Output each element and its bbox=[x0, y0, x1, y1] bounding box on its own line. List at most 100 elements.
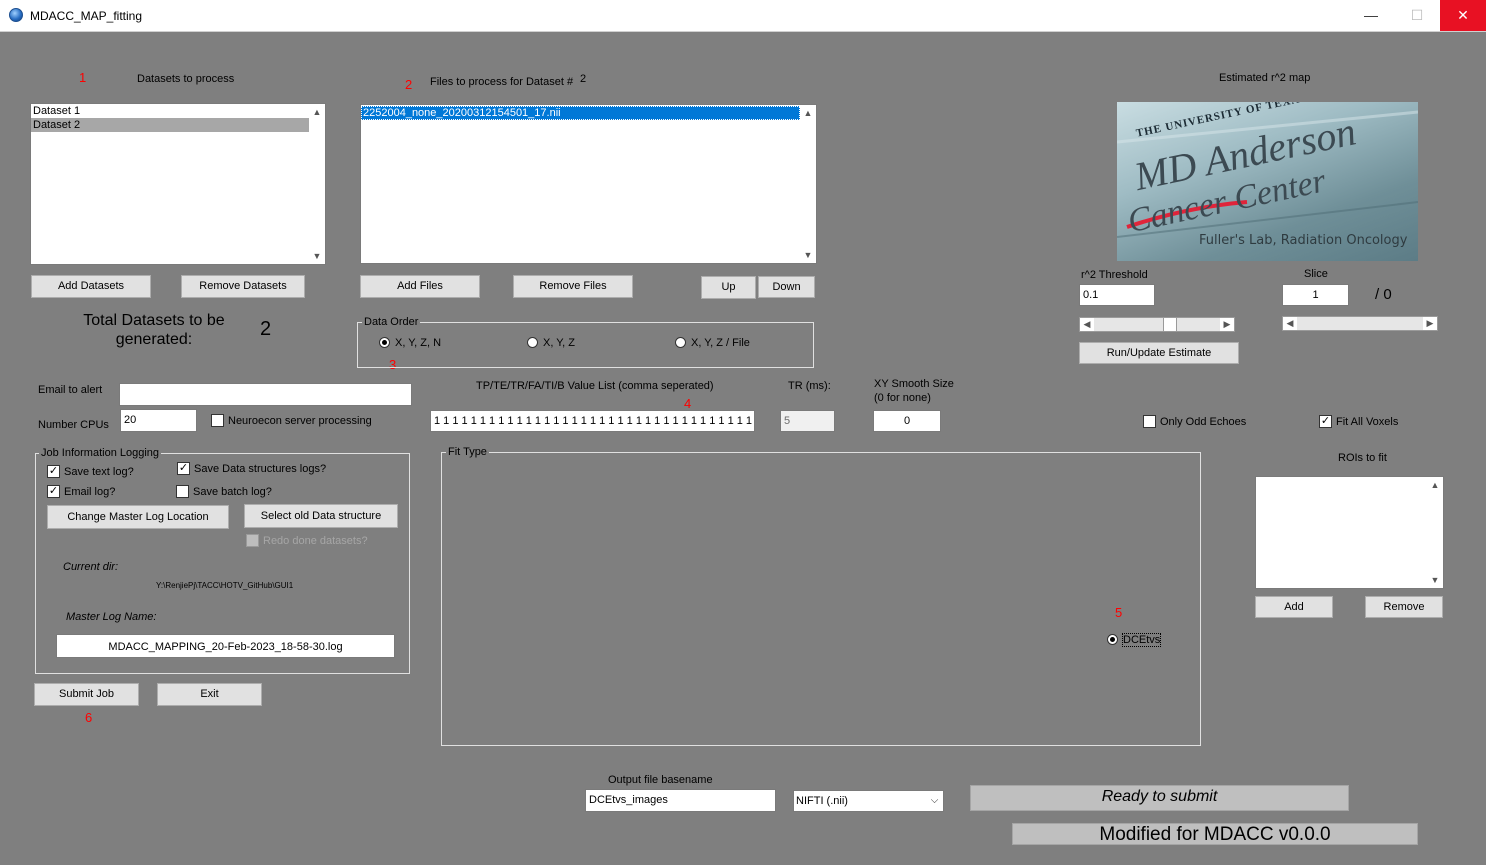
output-format-select[interactable]: NIFTI (.nii) ⌵ bbox=[793, 790, 944, 812]
redo-label[interactable]: Redo done datasets? bbox=[263, 535, 368, 547]
estimate-title: Estimated r^2 map bbox=[1219, 72, 1311, 84]
scroll-down-icon[interactable]: ▼ bbox=[1427, 572, 1443, 588]
status-box: Ready to submit bbox=[970, 785, 1349, 811]
radio-dcetvs-label[interactable]: DCEtvs bbox=[1121, 633, 1162, 647]
files-scrollbar[interactable]: ▲ ▼ bbox=[800, 105, 816, 263]
smooth-label-2: (0 for none) bbox=[874, 392, 931, 404]
app-icon bbox=[9, 8, 23, 22]
file-item[interactable]: 2252004_none_20200312154501_17.nii bbox=[361, 106, 800, 120]
scroll-up-icon[interactable]: ▲ bbox=[309, 104, 325, 120]
minimize-button[interactable]: — bbox=[1348, 0, 1394, 31]
run-update-estimate-button[interactable]: Run/Update Estimate bbox=[1079, 342, 1239, 364]
radio-dcetvs[interactable] bbox=[1107, 634, 1118, 645]
output-format-value: NIFTI (.nii) bbox=[796, 795, 848, 807]
master-log-input[interactable]: MDACC_MAPPING_20-Feb-2023_18-58-30.log bbox=[56, 634, 395, 658]
close-button[interactable]: ✕ bbox=[1440, 0, 1486, 31]
title-bar: MDACC_MAP_fitting — ☐ ✕ bbox=[0, 0, 1486, 32]
slider-right-arrow-icon[interactable]: ▶ bbox=[1423, 317, 1437, 330]
output-basename-input[interactable]: DCEtvs_images bbox=[585, 789, 776, 812]
fit-type-title: Fit Type bbox=[446, 446, 489, 458]
email-log-label[interactable]: Email log? bbox=[64, 486, 115, 498]
save-batch-log-checkbox[interactable] bbox=[176, 485, 189, 498]
select-old-data-button[interactable]: Select old Data structure bbox=[244, 504, 398, 528]
radio-xyzn[interactable] bbox=[379, 337, 390, 348]
save-data-logs-checkbox[interactable]: ✓ bbox=[177, 462, 190, 475]
annotation-2: 2 bbox=[405, 77, 413, 92]
scroll-down-icon[interactable]: ▼ bbox=[309, 248, 325, 264]
files-label: Files to process for Dataset # bbox=[430, 76, 574, 88]
add-datasets-button[interactable]: Add Datasets bbox=[31, 275, 151, 298]
radio-xyz-label[interactable]: X, Y, Z bbox=[543, 337, 575, 349]
up-button[interactable]: Up bbox=[701, 276, 756, 299]
change-master-log-button[interactable]: Change Master Log Location bbox=[47, 505, 229, 529]
logo-caption: Fuller's Lab, Radiation Oncology bbox=[1199, 233, 1408, 248]
current-dir-label: Current dir: bbox=[63, 561, 119, 573]
data-order-title: Data Order bbox=[362, 316, 421, 328]
slider-left-arrow-icon[interactable]: ◀ bbox=[1080, 318, 1094, 331]
cpus-label: Number CPUs bbox=[38, 419, 109, 431]
smooth-input[interactable]: 0 bbox=[873, 410, 941, 432]
dataset-item[interactable]: Dataset 1 bbox=[31, 104, 309, 118]
slider-right-arrow-icon[interactable]: ▶ bbox=[1220, 318, 1234, 331]
threshold-slider-thumb[interactable] bbox=[1163, 318, 1177, 331]
email-label: Email to alert bbox=[38, 384, 103, 396]
remove-datasets-button[interactable]: Remove Datasets bbox=[181, 275, 305, 298]
add-roi-button[interactable]: Add bbox=[1255, 596, 1333, 618]
radio-xyz-file[interactable] bbox=[675, 337, 686, 348]
email-input[interactable] bbox=[119, 383, 412, 406]
fit-all-checkbox[interactable]: ✓ bbox=[1319, 415, 1332, 428]
tr-label: TR (ms): bbox=[788, 380, 831, 392]
threshold-slider[interactable]: ◀ ▶ bbox=[1079, 317, 1235, 332]
fit-type-panel bbox=[441, 452, 1201, 746]
radio-xyz[interactable] bbox=[527, 337, 538, 348]
radio-xyzn-label[interactable]: X, Y, Z, N bbox=[395, 337, 441, 349]
odd-echoes-label[interactable]: Only Odd Echoes bbox=[1160, 416, 1246, 428]
chevron-down-icon[interactable]: ⌵ bbox=[926, 791, 943, 811]
neuroecon-label[interactable]: Neuroecon server processing bbox=[228, 415, 372, 427]
slice-slider[interactable]: ◀ ▶ bbox=[1282, 316, 1438, 331]
files-listbox[interactable]: 2252004_none_20200312154501_17.nii ▲ ▼ bbox=[360, 104, 817, 264]
save-text-log-label[interactable]: Save text log? bbox=[64, 466, 134, 478]
datasets-listbox[interactable]: Dataset 1 Dataset 2 ▲ ▼ bbox=[30, 103, 326, 265]
fit-all-label[interactable]: Fit All Voxels bbox=[1336, 416, 1398, 428]
threshold-input[interactable]: 0.1 bbox=[1079, 284, 1155, 306]
add-files-button[interactable]: Add Files bbox=[360, 275, 480, 298]
maximize-button[interactable]: ☐ bbox=[1394, 0, 1440, 31]
save-batch-log-label[interactable]: Save batch log? bbox=[193, 486, 272, 498]
scroll-up-icon[interactable]: ▲ bbox=[800, 105, 816, 121]
output-basename-label: Output file basename bbox=[608, 774, 713, 786]
save-data-logs-label[interactable]: Save Data structures logs? bbox=[194, 463, 326, 475]
total-datasets-label: Total Datasets to be generated: bbox=[83, 312, 225, 348]
window-title: MDACC_MAP_fitting bbox=[30, 9, 143, 23]
value-list-input[interactable]: 1 1 1 1 1 1 1 1 1 1 1 1 1 1 1 1 1 1 1 1 … bbox=[430, 410, 755, 432]
rois-label: ROIs to fit bbox=[1338, 452, 1387, 464]
smooth-label-1: XY Smooth Size bbox=[874, 378, 954, 390]
scroll-up-icon[interactable]: ▲ bbox=[1427, 477, 1443, 493]
radio-xyz-file-label[interactable]: X, Y, Z / File bbox=[691, 337, 750, 349]
datasets-scrollbar[interactable]: ▲ ▼ bbox=[309, 104, 325, 264]
remove-roi-button[interactable]: Remove bbox=[1365, 596, 1443, 618]
exit-button[interactable]: Exit bbox=[157, 683, 262, 706]
rois-scrollbar[interactable]: ▲ ▼ bbox=[1427, 477, 1443, 588]
down-button[interactable]: Down bbox=[758, 276, 815, 298]
remove-files-button[interactable]: Remove Files bbox=[513, 275, 633, 298]
rois-listbox[interactable]: ▲ ▼ bbox=[1255, 476, 1444, 589]
md-anderson-logo: THE UNIVERSITY OF TEXAS MD Anderson Canc… bbox=[1117, 102, 1418, 261]
tr-input[interactable]: 5 bbox=[780, 410, 835, 432]
neuroecon-checkbox[interactable] bbox=[211, 414, 224, 427]
cpus-input[interactable]: 20 bbox=[120, 409, 197, 432]
slider-left-arrow-icon[interactable]: ◀ bbox=[1283, 317, 1297, 330]
redo-checkbox[interactable] bbox=[246, 534, 259, 547]
value-list-label: TP/TE/TR/FA/TI/B Value List (comma seper… bbox=[476, 380, 714, 392]
email-log-checkbox[interactable]: ✓ bbox=[47, 485, 60, 498]
save-text-log-checkbox[interactable]: ✓ bbox=[47, 465, 60, 478]
master-log-label: Master Log Name: bbox=[66, 611, 157, 623]
slice-label: Slice bbox=[1304, 268, 1328, 280]
submit-job-button[interactable]: Submit Job bbox=[34, 683, 139, 706]
odd-echoes-checkbox[interactable] bbox=[1143, 415, 1156, 428]
total-datasets-value: 2 bbox=[260, 318, 272, 340]
scroll-down-icon[interactable]: ▼ bbox=[800, 247, 816, 263]
current-dir-value: Y:\RenjiePj\TACC\HOTV_GitHub\GUI1 bbox=[156, 581, 294, 590]
dataset-item[interactable]: Dataset 2 bbox=[31, 118, 309, 132]
slice-input[interactable]: 1 bbox=[1282, 284, 1349, 306]
